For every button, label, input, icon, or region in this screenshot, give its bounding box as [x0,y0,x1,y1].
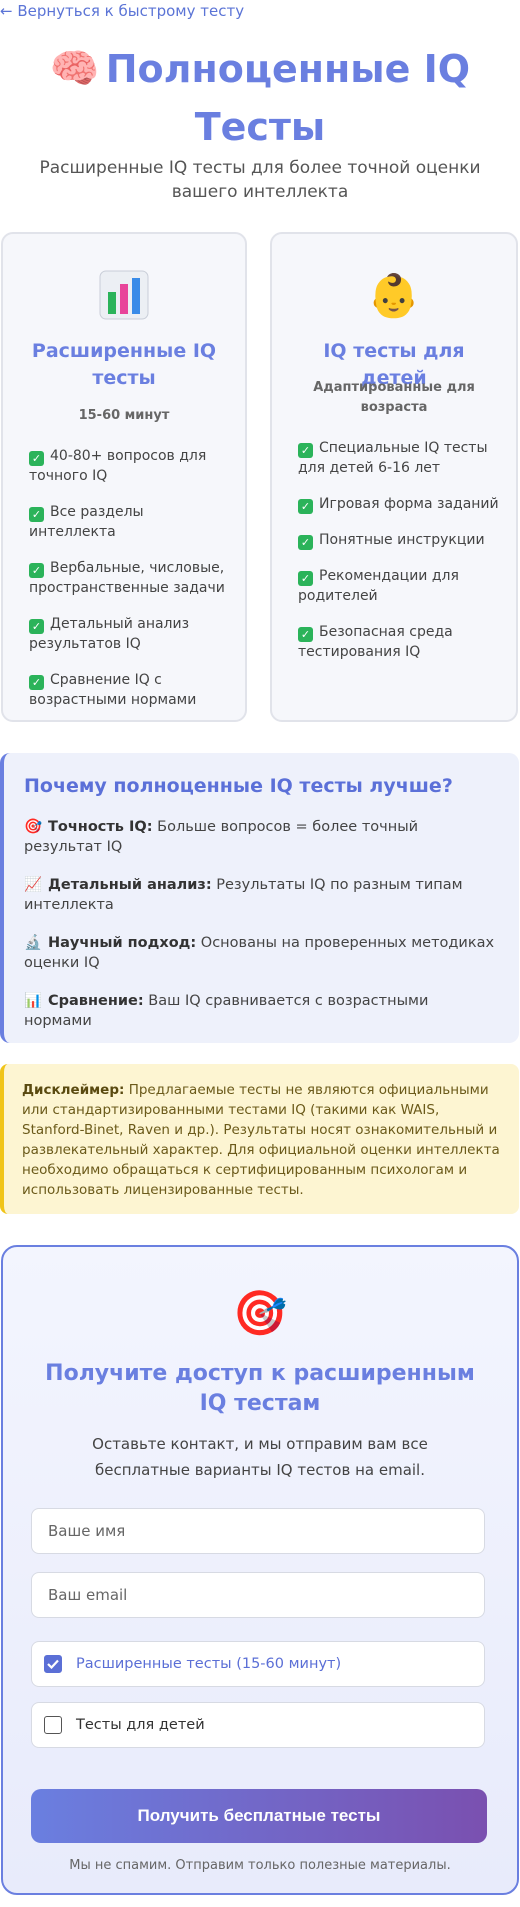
check-icon: ✓ [29,619,44,634]
extended-tests-label: Расширенные тесты (15-60 минут) [76,1656,342,1672]
kids-tests-label: Тесты для детей [76,1717,205,1733]
get-free-tests-button[interactable]: Получить бесплатные тесты [31,1789,487,1843]
no-spam-note: Мы не спамим. Отправим только полезные м… [69,1858,451,1873]
disclaimer-text: Предлагаемые тесты не являются официальн… [22,1082,500,1198]
check-icon: ✓ [298,499,313,514]
page-title-text: Полноценные IQ Тесты [105,47,471,149]
feature-item: ✓ Рекомендации для родителей [298,568,459,604]
checkbox-checked[interactable] [44,1655,62,1673]
check-icon: ✓ [298,571,313,586]
disclaimer-label: Дисклеймер: [22,1082,125,1098]
check-icon: ✓ [29,563,44,578]
cta-title: Получите доступ к расширенным IQ тестам [45,1361,475,1416]
why-item-comparison: 📊 Сравнение: Ваш IQ сравнивается с возрас… [24,993,429,1029]
email-input[interactable] [31,1572,485,1618]
feature-item: ✓ Детальный анализ результатов IQ [29,616,190,652]
check-icon: ✓ [29,451,44,466]
extended-tests-checkbox-row[interactable]: Расширенные тесты (15-60 минут) [31,1641,485,1687]
check-icon: ✓ [298,535,313,550]
back-link[interactable]: ← Вернуться к быстрому тесту [0,2,244,20]
feature-item: ✓ Игровая форма заданий [298,494,502,514]
extended-tests-card: Расширенные IQ тесты 15-60 минут ✓ 40-80+… [1,232,247,722]
card-duration: 15-60 минут [78,408,170,423]
feature-item: ✓ Сравнение IQ с возрастными нормами [29,672,197,708]
feature-item: ✓ 40-80+ вопросов для точного IQ [29,448,207,484]
microscope-icon: 🔬 [24,935,43,951]
bar-chart-icon [3,270,245,322]
page-title: 🧠 Полноценные IQ Тесты [0,40,520,156]
why-item-accuracy: 🎯 Точность IQ: Больше вопросов = более то… [24,819,419,855]
why-item-analysis: 📈 Детальный анализ: Результаты IQ по разн… [24,877,463,913]
card-title: Расширенные IQ тесты [31,340,217,389]
check-icon: ✓ [298,627,313,642]
brain-icon: 🧠 [49,46,100,92]
feature-list: ✓ Специальные IQ тесты для детей 6-16 лет… [298,438,502,678]
why-item-science: 🔬 Научный подход: Основаны на проверенных… [24,935,495,971]
feature-item: ✓ Вербальные, числовые, пространственные … [29,560,225,596]
kids-tests-checkbox-row[interactable]: Тесты для детей [31,1702,485,1748]
kids-tests-card: 👶 IQ тесты для детей Адаптированные для … [270,232,518,722]
check-icon: ✓ [29,675,44,690]
check-icon: ✓ [298,443,313,458]
trend-chart-icon: 📈 [24,877,43,893]
cta-description: Оставьте контакт, и мы отправим вам все … [92,1435,428,1479]
target-icon: 🎯 [232,1288,288,1339]
bar-chart-icon: 📊 [24,993,43,1009]
baby-face-icon: 👶 [367,271,421,320]
feature-item: ✓ Специальные IQ тесты для детей 6-16 лет [298,440,488,476]
feature-list: ✓ 40-80+ вопросов для точного IQ ✓ Все раз… [29,446,231,726]
feature-item: ✓ Все разделы интеллекта [29,504,144,540]
checkbox-unchecked[interactable] [44,1716,62,1734]
disclaimer: Дисклеймер: Предлагаемые тесты не являют… [0,1064,519,1214]
why-title: Почему полноценные IQ тесты лучше? [24,775,453,797]
check-icon: ✓ [29,507,44,522]
target-icon: 🎯 [24,819,43,835]
feature-item: ✓ Безопасная среда тестирования IQ [298,624,453,660]
name-input[interactable] [31,1508,485,1554]
page-subtitle: Расширенные IQ тесты для более точной оц… [39,158,481,202]
why-section: Почему полноценные IQ тесты лучше? 🎯 Точн… [0,753,519,1043]
card-audience: Адаптированные для возраста [313,380,475,415]
feature-item: ✓ Понятные инструкции [298,530,502,550]
